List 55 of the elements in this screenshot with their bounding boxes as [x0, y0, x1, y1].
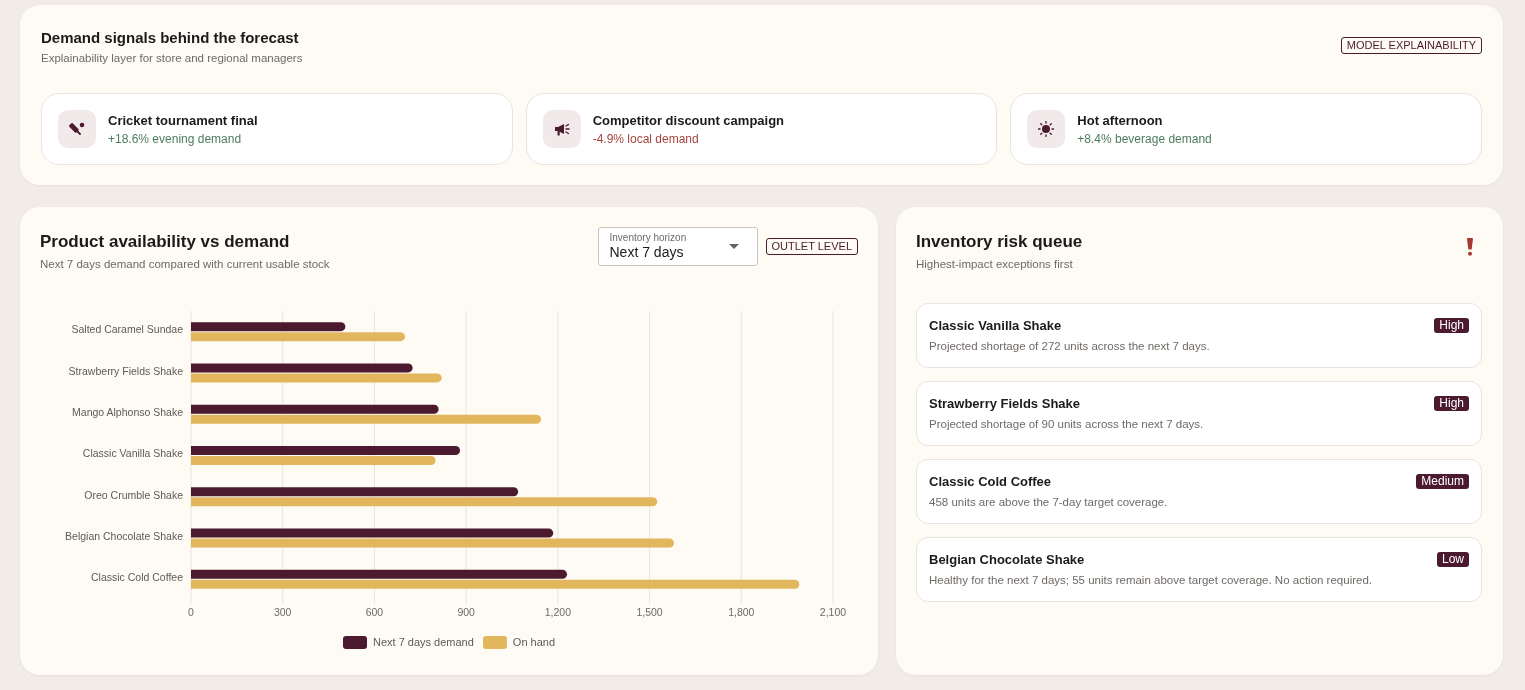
exclamation-icon — [1466, 238, 1474, 256]
risk-item-title: Classic Cold Coffee — [929, 473, 1053, 491]
signal-title: Cricket tournament final — [108, 111, 258, 130]
sun-icon — [1027, 110, 1066, 148]
severity-tag: High — [1434, 318, 1469, 333]
risk-item-title: Belgian Chocolate Shake — [929, 551, 1086, 569]
panel-subtitle: Explainability layer for store and regional managers — [41, 51, 303, 66]
axis-tick-label: 1,500 — [636, 605, 663, 618]
severity-tag: High — [1434, 396, 1469, 411]
legend-label: Next 7 days demand — [372, 635, 474, 649]
risk-item-card[interactable]: Classic Cold Coffee 458 units are above the 7-day target coverage. Medium — [916, 459, 1482, 524]
signal-title: Competitor discount campaign — [592, 111, 785, 130]
panel-subtitle: Next 7 days demand compared with current usable stock — [40, 257, 331, 272]
horizon-select[interactable]: Inventory horizon Next 7 days — [597, 227, 758, 266]
risk-item-title: Strawberry Fields Shake — [929, 395, 1081, 413]
caret-icon — [728, 244, 739, 249]
legend-swatch-icon — [342, 635, 367, 649]
panel-title: Inventory risk queue — [916, 231, 1083, 253]
axis-tick-label: 900 — [457, 605, 475, 618]
category-label: Classic Vanilla Shake — [82, 447, 183, 460]
risk-item-card[interactable]: Strawberry Fields Shake Projected shortage of 90 units across the next 7 days. High — [916, 381, 1482, 446]
category-label: Oreo Crumble Shake — [84, 488, 183, 501]
cricket-bat-icon — [58, 110, 96, 148]
risk-item-description: Projected shortage of 90 units across the next 7 days. — [929, 417, 1204, 432]
severity-tag: Low — [1437, 552, 1469, 567]
panel-subtitle: Highest-impact exceptions first — [916, 257, 1074, 272]
signal-title: Hot afternoon — [1077, 111, 1164, 130]
axis-tick-label: 600 — [365, 605, 384, 618]
axis-tick-label: 1,800 — [728, 605, 755, 618]
risk-item-description: Projected shortage of 272 units across the next 7 days. — [929, 339, 1210, 354]
legend-label: On hand — [512, 635, 556, 649]
category-label: Mango Alphonso Shake — [72, 406, 183, 418]
panel-title: Demand signals behind the forecast — [41, 28, 300, 48]
signal-effect: +8.4% beverage demand — [1077, 130, 1212, 147]
legend-swatch-icon — [482, 635, 507, 649]
panel-title: Product availability vs demand — [40, 231, 291, 253]
axis-tick-label: 0 — [188, 605, 194, 618]
axis-tick-label: 2,100 — [819, 605, 847, 618]
category-label: Salted Caramel Sundae — [71, 323, 183, 336]
severity-tag: Medium — [1416, 474, 1469, 489]
axis-tick-label: 1,200 — [544, 605, 571, 618]
risk-item-card[interactable]: Belgian Chocolate Shake Healthy for the next 7 days; 55 units remain above target coverage. No action required. Low — [916, 537, 1482, 602]
axis-tick-label: 300 — [273, 605, 292, 618]
category-label: Classic Cold Coffee — [91, 571, 183, 584]
category-label: Strawberry Fields Shake — [68, 364, 183, 377]
signal-effect: +18.6% evening demand — [108, 130, 243, 147]
signal-effect: -4.9% local demand — [592, 130, 700, 147]
megaphone-icon — [542, 110, 581, 148]
risk-item-description: 458 units are above the 7-day target coverage. — [929, 495, 1168, 510]
risk-item-title: Classic Vanilla Shake — [929, 317, 1063, 335]
category-label: Belgian Chocolate Shake — [65, 529, 183, 542]
risk-item-card[interactable]: Classic Vanilla Shake Projected shortage of 272 units across the next 7 days. High — [916, 303, 1482, 368]
explainability-tag: MODEL EXPLAINABILITY — [1340, 37, 1482, 54]
risk-item-description: Healthy for the next 7 days; 55 units remain above target coverage. No action required. — [929, 573, 1372, 588]
outlet-level-tag: OUTLET LEVEL — [765, 238, 858, 255]
